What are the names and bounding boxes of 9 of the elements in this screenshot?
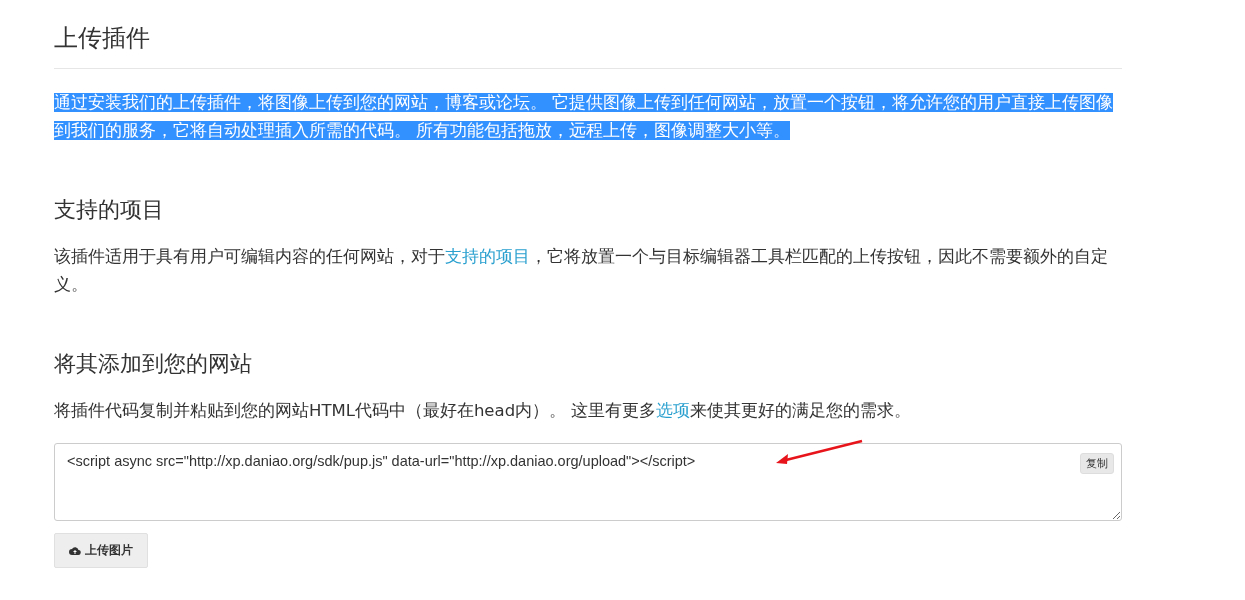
section-paragraph: 将插件代码复制并粘贴到您的网站HTML代码中（最好在head内）。 这里有更多选项来使其更好的满足您的需求。 [54, 400, 913, 422]
section-heading: 将其添加到您的网站 [54, 350, 253, 378]
intro-paragraph: 通过安装我们的上传插件，将图像上传到您的网站，博客或论坛。 它提供图像上传到任何网站，放置一个按钮，将允许您的用户直接上传图像到我们的服务，它将自动处理插入所需的代码。 所有功能包括拖放，远程上传，图像调整大小等。 [54, 92, 1115, 142]
section-heading: 支持的项目 [54, 196, 165, 224]
copy-button[interactable]: 复制 [1080, 453, 1114, 474]
upload-button[interactable]: 上传图片 [54, 533, 148, 568]
cloud-upload-icon [69, 545, 81, 556]
section-paragraph: 该插件适用于具有用户可编辑内容的任何网站，对于支持的项目，它将放置一个与目标编辑器工具栏匹配的上传按钮，因此不需要额外的自定义。 [54, 246, 1109, 296]
page-title: 上传插件 [54, 22, 1122, 69]
